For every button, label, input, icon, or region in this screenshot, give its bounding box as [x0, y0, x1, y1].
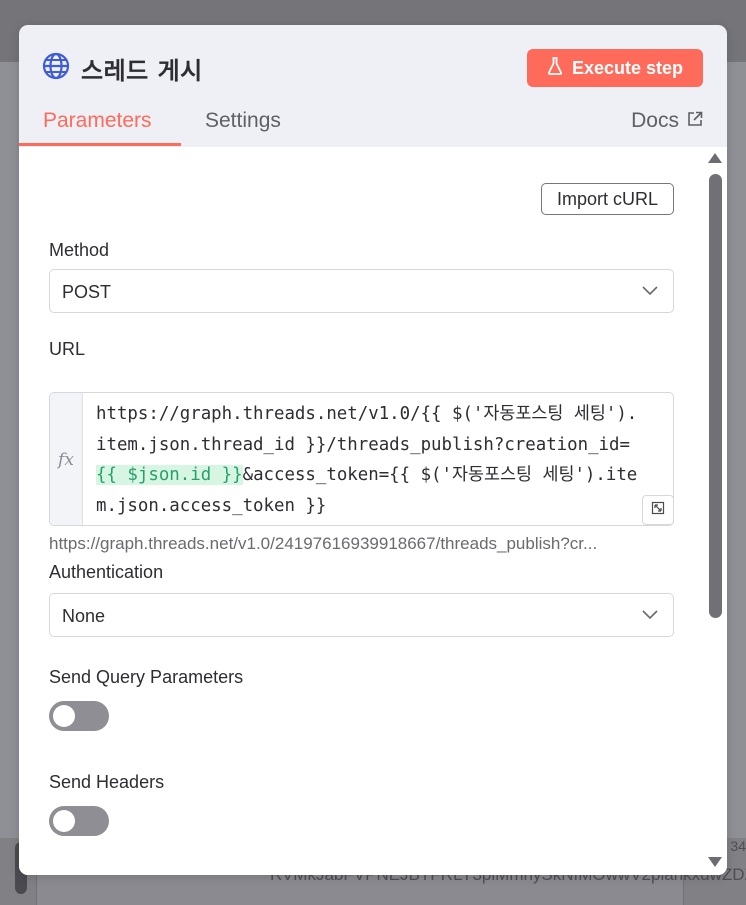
scroll-down-arrow[interactable] [708, 857, 722, 867]
method-value: POST [62, 282, 112, 302]
method-select[interactable]: POST [49, 269, 674, 313]
tab-parameters[interactable]: Parameters [43, 109, 152, 133]
url-resolved-preview: https://graph.threads.net/v1.0/241976169… [49, 534, 598, 553]
url-expression-text[interactable]: https://graph.threads.net/v1.0/{{ $('자동포… [96, 399, 671, 521]
url-expression-input[interactable]: fx https://graph.threads.net/v1.0/{{ $('… [49, 392, 674, 526]
send-headers-toggle[interactable] [49, 806, 109, 836]
url-expression-highlight: {{ $json.id }} [96, 465, 243, 485]
authentication-value: None [62, 606, 106, 626]
url-label: URL [49, 339, 86, 359]
expand-icon [651, 501, 665, 520]
url-line-1: https://graph.threads.net/v1.0/{{ $('자동포… [96, 404, 638, 424]
docs-label: Docs [631, 109, 679, 132]
toggle-knob [53, 705, 75, 727]
tab-bar: Parameters Settings Docs [19, 103, 727, 147]
panel-scrollbar-thumb[interactable] [709, 174, 722, 618]
chevron-down-icon [641, 607, 659, 621]
background-row-number: 34 [730, 838, 746, 854]
url-line-4: m.json.access_token }} [96, 495, 327, 516]
toggle-knob [53, 810, 75, 832]
send-headers-label: Send Headers [49, 772, 165, 792]
import-curl-button[interactable]: Import cURL [541, 183, 674, 215]
method-label: Method [49, 240, 110, 260]
chevron-down-icon [641, 283, 659, 297]
url-line-2: item.json.thread_id }}/threads_publish?c… [96, 434, 630, 455]
expression-fx-badge: fx [50, 393, 83, 525]
execute-step-label: Execute step [571, 57, 684, 78]
node-title[interactable]: 스레드 게시 [81, 51, 203, 86]
active-tab-indicator [19, 143, 181, 146]
docs-link[interactable]: Docs [631, 109, 703, 133]
globe-icon [42, 52, 70, 80]
tab-settings[interactable]: Settings [205, 109, 281, 133]
node-settings-modal: 스레드 게시 Execute step Parameters Settings … [19, 25, 727, 875]
authentication-label: Authentication [49, 562, 164, 582]
scroll-up-arrow[interactable] [708, 153, 722, 163]
url-line-3-rest: &access_token={{ $('자동포스팅 세팅').ite [242, 465, 638, 485]
execute-step-button[interactable]: Execute step [527, 49, 703, 87]
send-query-label: Send Query Parameters [49, 667, 244, 687]
authentication-select[interactable]: None [49, 593, 674, 637]
flask-icon [547, 56, 563, 80]
external-link-icon [687, 109, 703, 133]
modal-header: 스레드 게시 Execute step Parameters Settings … [19, 25, 727, 147]
expand-editor-button[interactable] [642, 495, 673, 525]
send-query-toggle[interactable] [49, 701, 109, 731]
parameters-panel: Import cURL Method POST URL fx https://g… [19, 147, 727, 875]
